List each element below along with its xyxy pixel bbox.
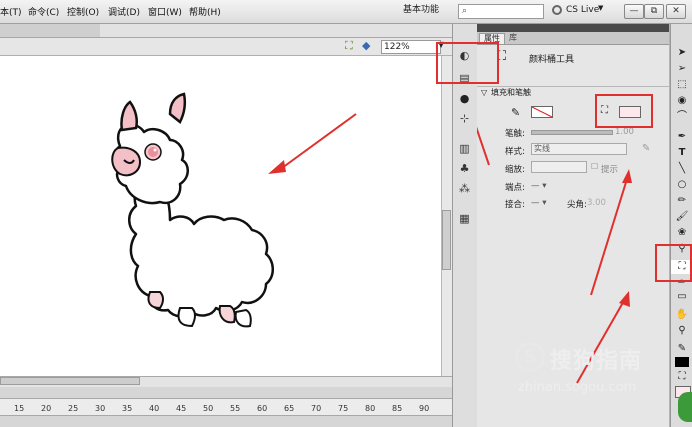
edit-bar: ⛶ ◆ 122% ▼ [0,38,452,56]
restore-button[interactable]: ⧉ [644,4,664,19]
menu-text[interactable]: 本(T) [0,5,22,18]
menu-window[interactable]: 窗口(W) [148,5,182,18]
3d-rotation-tool-icon[interactable]: ◉ [671,94,692,108]
alpaca-leg [218,305,236,324]
highlight-box-paint-bucket [655,244,692,282]
watermark-text: 搜狗指南 [550,349,643,374]
ruler-tick: 35 [122,404,133,413]
tools-panel: ➤ ➢ ⬚ ◉ ⌒ ✒ T ╲ ○ ✏ 🖌 ❀ ⚲ ⛶ ✑ ▭ ✋ ⚲ ✎ ⛶ [670,24,692,427]
close-button[interactable]: ✕ [666,4,686,19]
alpaca-eye-highlight [153,148,157,152]
motion-presets-icon[interactable]: ⁂ [458,182,471,195]
menu-help[interactable]: 帮助(H) [189,5,221,18]
cs-live-icon [552,5,562,15]
collapsed-panels: ◐ ▤ ● ⊹ ▥ ♣ ⁂ ▦ [452,24,478,427]
eraser-tool-icon[interactable]: ▭ [671,290,692,304]
code-snippets-icon[interactable]: ▦ [458,212,471,225]
document-tab-bar [0,24,452,38]
alpaca-drawing [111,92,357,328]
alpaca-pupil [148,147,158,157]
annotation-arrow [477,126,490,166]
highlight-box-color-panel [436,42,499,84]
alpaca-ear [120,100,138,132]
stage-canvas[interactable] [0,56,441,376]
annotation-arrow [590,178,628,296]
chevron-down-icon[interactable]: ▼ [598,4,603,12]
deco-tool-icon[interactable]: ❀ [671,226,692,240]
line-tool-icon[interactable]: ╲ [671,162,692,176]
hand-tool-icon[interactable]: ✋ [671,308,692,322]
alpaca-leg [177,307,196,328]
minimize-button[interactable]: — [624,4,644,19]
edit-symbols-icon[interactable]: ◆ [362,39,370,52]
ruler-tick: 45 [176,404,187,413]
ruler-tick: 80 [365,404,376,413]
text-tool-icon[interactable]: T [671,146,692,160]
ruler-tick: 85 [392,404,403,413]
edit-scene-icon[interactable]: ⛶ [345,39,353,53]
fill-color-icon[interactable]: ⛶ [671,370,692,384]
status-badge [678,392,692,422]
menu-control[interactable]: 控制(O) [67,5,99,18]
workspace-label: 基本功能 [403,5,440,15]
lasso-tool-icon[interactable]: ⌒ [671,110,692,124]
timeline-ruler[interactable]: 15 20 25 30 35 40 45 50 55 60 65 70 75 8… [0,398,452,416]
free-transform-tool-icon[interactable]: ⬚ [671,78,692,92]
ruler-tick: 75 [338,404,349,413]
subselection-tool-icon[interactable]: ➢ [671,62,692,76]
alpaca-ear [168,92,187,124]
history-icon[interactable]: ▥ [458,142,471,155]
horizontal-scroll-thumb[interactable] [0,377,140,385]
alpaca-leg [234,308,252,328]
ruler-tick: 70 [311,404,322,413]
stroke-color-chip[interactable] [675,357,689,367]
sogou-logo: S [515,342,545,372]
ruler-tick: 50 [203,404,214,413]
vertical-scroll-thumb[interactable] [442,210,451,270]
ruler-tick: 30 [95,404,106,413]
brush-tool-icon[interactable]: 🖌 [671,210,692,224]
watermark-url: zhinan.sogou.com [518,380,637,395]
zoom-field[interactable]: 122% [381,40,441,54]
tab-library[interactable]: 库 [505,33,521,43]
zoom-tool-icon[interactable]: ⚲ [671,324,692,338]
menu-bar: 本(T) 命令(C) 控制(O) 调试(D) 窗口(W) 帮助(H) 基本功能 … [0,0,692,24]
ruler-tick: 65 [284,404,295,413]
ruler-tick: 55 [230,404,241,413]
workspace-switcher[interactable]: 基本功能 ▼ [383,2,470,18]
ruler-tick: 60 [257,404,268,413]
ruler-tick: 25 [68,404,79,413]
stroke-color-icon[interactable]: ✎ [671,342,692,356]
cs-live-label[interactable]: CS Live [566,5,599,15]
components-icon[interactable]: ♣ [458,162,471,175]
menu-commands[interactable]: 命令(C) [28,5,59,18]
annotation-arrow-head [622,169,632,183]
document-tab[interactable] [0,24,100,37]
annotation-arrow [281,113,357,169]
search-icon: ⌕ [462,6,468,16]
pen-tool-icon[interactable]: ✒ [671,130,692,144]
oval-tool-icon[interactable]: ○ [671,178,692,192]
ruler-tick: 40 [149,404,160,413]
highlight-box-fill-color [595,94,653,128]
transform-icon[interactable]: ⊹ [458,112,471,125]
menu-debug[interactable]: 调试(D) [108,5,140,18]
help-search-input[interactable]: ⌕ [458,4,544,19]
properties-tabs: 属性 库 [477,32,669,45]
info-icon[interactable]: ● [458,92,471,105]
ruler-tick: 90 [419,404,430,413]
ruler-tick: 15 [14,404,25,413]
pencil-tool-icon[interactable]: ✏ [671,194,692,208]
annotation-arrow-head [268,160,286,174]
ruler-tick: 20 [41,404,52,413]
selection-tool-icon[interactable]: ➤ [671,46,692,60]
alpaca-leg [147,291,164,310]
